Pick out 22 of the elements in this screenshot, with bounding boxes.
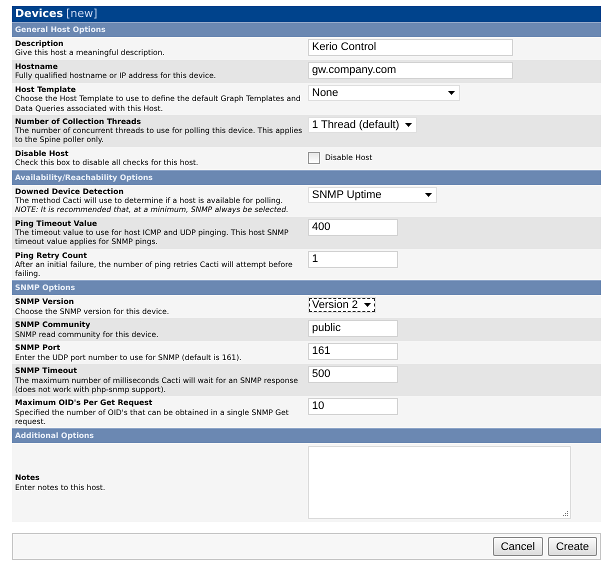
caret-icon <box>405 122 412 127</box>
text-field[interactable]: 500 <box>308 366 398 384</box>
dropdown[interactable]: None <box>308 85 460 101</box>
dropdown[interactable]: SNMP Uptime <box>308 186 437 203</box>
page-title: Devices <box>15 6 64 22</box>
caret-icon <box>364 303 371 308</box>
text-field[interactable]: 10 <box>308 398 398 416</box>
checkbox[interactable] <box>308 152 320 164</box>
text-field[interactable]: Kerio Control <box>308 39 513 56</box>
text-field[interactable]: public <box>308 320 398 338</box>
form-button[interactable]: Cancel <box>492 537 543 556</box>
text-field[interactable]: 1 <box>308 250 398 268</box>
text-field[interactable]: 400 <box>308 218 398 236</box>
notes-field[interactable] <box>308 446 571 520</box>
new-label: [new] <box>66 6 98 22</box>
dropdown[interactable]: 1 Thread (default) <box>308 116 418 133</box>
caret-icon <box>425 192 432 197</box>
dropdown[interactable]: Version 2 <box>308 297 376 314</box>
caret-icon <box>448 91 455 95</box>
text-field[interactable]: 161 <box>308 343 398 360</box>
form-button[interactable]: Create <box>548 537 597 556</box>
text-field[interactable]: gw.company.com <box>308 62 513 79</box>
